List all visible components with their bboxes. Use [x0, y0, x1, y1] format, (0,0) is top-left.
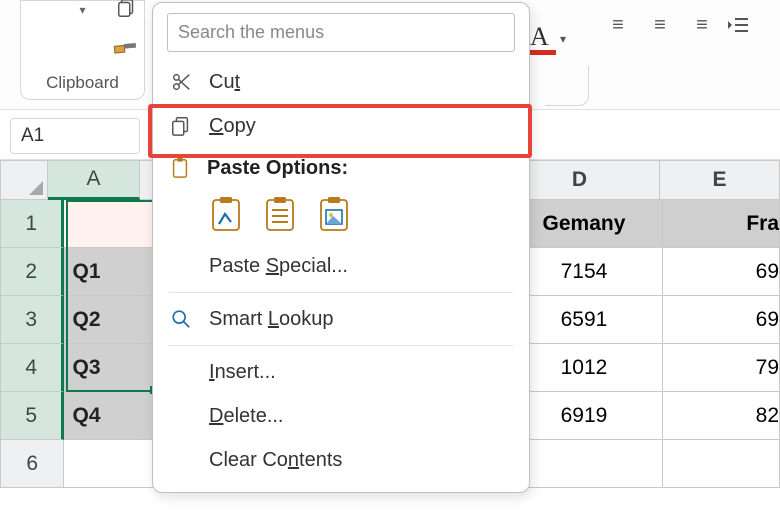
- col-header-A[interactable]: A: [48, 160, 140, 200]
- blank-icon: [169, 360, 193, 384]
- paste-keep-source-icon[interactable]: [209, 194, 243, 234]
- paste-options-label: Paste Options:: [207, 157, 348, 180]
- row-header-5[interactable]: 5: [0, 392, 64, 440]
- decrease-indent-icon[interactable]: [726, 14, 762, 42]
- cell-E6[interactable]: [663, 440, 780, 488]
- cell-E4[interactable]: 79: [663, 344, 780, 392]
- row-header-3[interactable]: 3: [0, 296, 64, 344]
- menu-item-label: Delete...: [209, 405, 284, 428]
- paste-button[interactable]: Paste ▾: [59, 0, 105, 17]
- cell-A1[interactable]: [64, 200, 154, 248]
- name-box[interactable]: A1: [10, 118, 140, 154]
- font-color-swatch[interactable]: [528, 50, 556, 55]
- ribbon-group-divider: [545, 66, 589, 106]
- blank-icon: [169, 254, 193, 278]
- paste-values-icon[interactable]: [263, 194, 297, 234]
- clipboard-icon: [169, 156, 191, 180]
- menu-item-copy[interactable]: Copy: [153, 104, 529, 148]
- paste-picture-icon[interactable]: [317, 194, 351, 234]
- cell-E2[interactable]: 69: [663, 248, 780, 296]
- font-color-icon[interactable]: A: [530, 22, 549, 52]
- col-header-E[interactable]: E: [660, 160, 780, 200]
- paste-options-header: Paste Options:: [153, 148, 529, 188]
- select-all-corner[interactable]: [0, 160, 48, 200]
- menu-separator: [169, 345, 513, 346]
- chevron-down-icon[interactable]: ▾: [59, 3, 105, 17]
- align-middle-icon[interactable]: ≡: [642, 14, 678, 42]
- menu-item-label: Cut: [209, 71, 240, 94]
- menu-item-clear-contents[interactable]: Clear Contents: [153, 438, 529, 482]
- row-header-6[interactable]: 6: [0, 440, 64, 488]
- cell-E5[interactable]: 82: [663, 392, 780, 440]
- blank-icon: [169, 448, 193, 472]
- menu-item-label: Insert...: [209, 361, 276, 384]
- blank-icon: [169, 404, 193, 428]
- menu-item-delete[interactable]: Delete...: [153, 394, 529, 438]
- menu-item-label: Copy: [209, 115, 256, 138]
- menu-item-label: Smart Lookup: [209, 308, 334, 331]
- menu-search-input[interactable]: Search the menus: [167, 13, 515, 52]
- cell-A4[interactable]: Q3: [64, 344, 154, 392]
- cell-A5[interactable]: Q4: [64, 392, 154, 440]
- menu-separator: [169, 292, 513, 293]
- alignment-group: ≡ ≡ ≡: [600, 14, 762, 42]
- menu-item-smart-lookup[interactable]: Smart Lookup: [153, 297, 529, 341]
- align-top-icon[interactable]: ≡: [600, 14, 636, 42]
- paste-options-row: [153, 188, 529, 244]
- row-header-1[interactable]: 1: [0, 200, 64, 248]
- format-painter-icon[interactable]: [106, 27, 145, 66]
- clipboard-group: Paste ▾ Clipboard: [20, 0, 145, 100]
- cell-A2[interactable]: Q1: [64, 248, 154, 296]
- copy-icon: [169, 114, 193, 138]
- font-color-caret[interactable]: ▾: [560, 32, 566, 46]
- menu-item-insert[interactable]: Insert...: [153, 350, 529, 394]
- context-menu: Search the menus Cut Copy Paste Options:…: [152, 2, 530, 493]
- menu-item-label: Clear Contents: [209, 449, 342, 472]
- cell-A6[interactable]: [64, 440, 154, 488]
- align-bottom-icon[interactable]: ≡: [684, 14, 720, 42]
- cell-E3[interactable]: 69: [663, 296, 780, 344]
- cell-E1[interactable]: Fra: [663, 200, 780, 248]
- scissors-icon: [169, 70, 193, 94]
- clipboard-group-label: Clipboard: [21, 73, 144, 93]
- row-header-4[interactable]: 4: [0, 344, 64, 392]
- search-icon: [169, 307, 193, 331]
- menu-item-cut[interactable]: Cut: [153, 60, 529, 104]
- row-header-2[interactable]: 2: [0, 248, 64, 296]
- menu-item-label: Paste Special...: [209, 255, 348, 278]
- menu-item-paste-special[interactable]: Paste Special...: [153, 244, 529, 288]
- copy-small-icon[interactable]: [116, 0, 138, 19]
- cell-A3[interactable]: Q2: [64, 296, 154, 344]
